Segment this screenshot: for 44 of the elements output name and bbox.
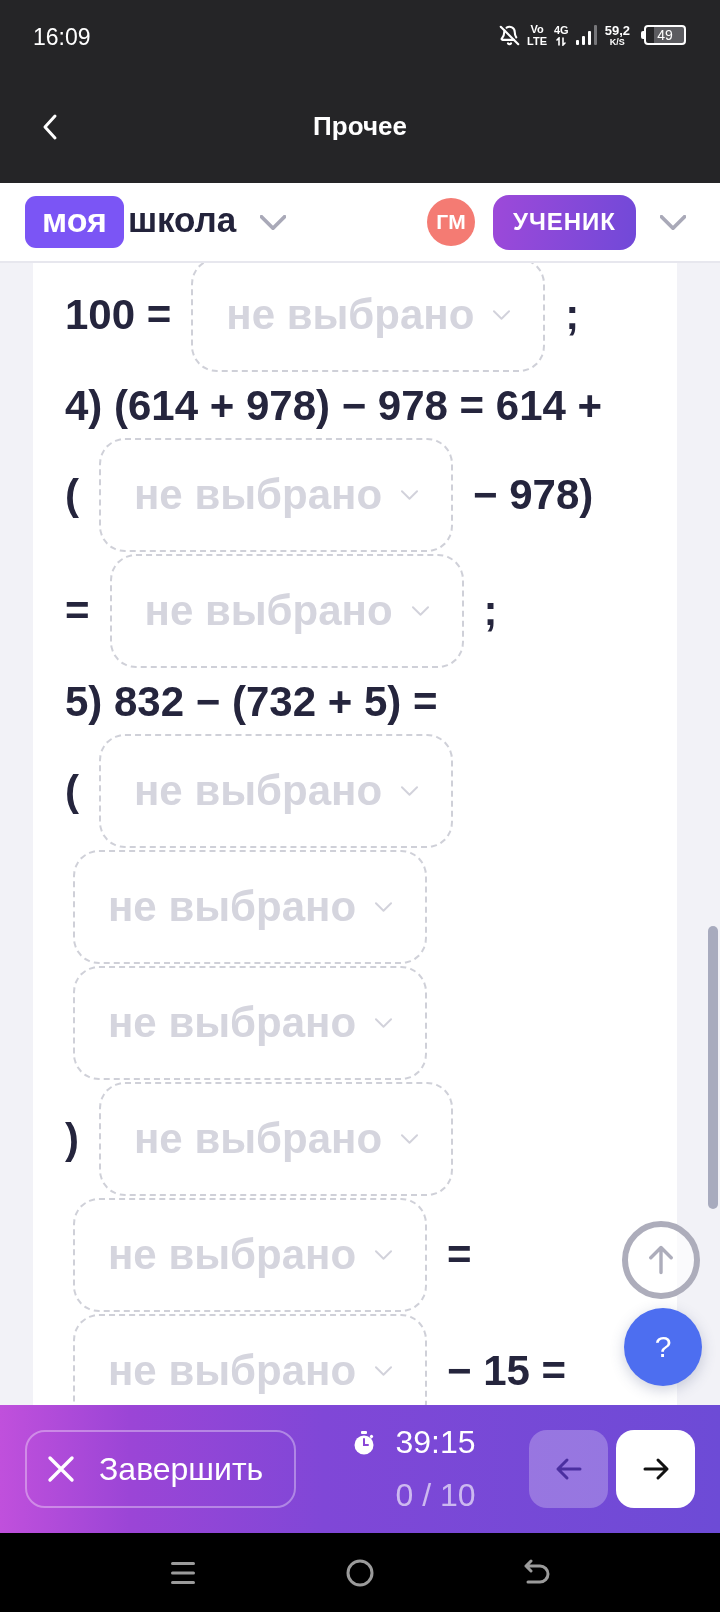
math-text: =	[447, 1231, 472, 1279]
speed-unit: K/S	[609, 37, 625, 47]
chevron-down-icon	[375, 1018, 393, 1028]
stopwatch-icon	[353, 1430, 376, 1455]
logo-text: школа	[127, 200, 237, 241]
math-text: (	[65, 471, 79, 519]
chevron-down-icon	[375, 902, 393, 912]
math-text: (	[65, 767, 79, 815]
clock-time: 16:09	[33, 23, 91, 51]
next-button[interactable]	[616, 1430, 695, 1508]
network-label: LTE	[527, 35, 547, 47]
math-text: 4) (614 + 978) − 978 = 614 +	[65, 382, 603, 430]
math-text: ;	[565, 291, 580, 339]
user-avatar[interactable]: ГМ	[426, 198, 475, 246]
finish-button[interactable]: Завершить	[25, 1430, 296, 1508]
math-text: 5) 832 − (732 + 5) =	[65, 678, 438, 726]
chevron-down-icon	[375, 1366, 393, 1376]
speed-value: 59,2	[604, 23, 630, 37]
math-text: =	[65, 587, 90, 635]
close-icon	[47, 1455, 75, 1483]
math-text: − 978)	[473, 471, 594, 519]
timer-text: 39:15	[395, 1424, 476, 1461]
chevron-down-icon	[401, 490, 419, 500]
bell-off-icon	[499, 24, 521, 46]
signal-icon	[575, 25, 598, 45]
math-text: )	[65, 1115, 79, 1163]
network-label: 4G	[554, 24, 569, 36]
chevron-down-icon	[375, 1250, 393, 1260]
circle-icon[interactable]	[346, 1558, 374, 1587]
chevron-down-icon	[493, 310, 511, 320]
math-text: ;	[483, 587, 498, 635]
math-text: 100 =	[65, 291, 172, 339]
logo-badge: моя	[25, 196, 124, 248]
screen-title: Прочее	[313, 111, 407, 142]
chevron-down-icon	[401, 1134, 419, 1144]
network-label: Vo	[530, 23, 544, 35]
return-arrow-icon[interactable]	[523, 1558, 551, 1587]
data-arrows-icon	[556, 36, 567, 46]
chevron-down-icon	[401, 786, 419, 796]
math-text: − 15 =	[447, 1347, 567, 1395]
chevron-down-icon	[411, 606, 429, 616]
progress-text: 0 / 10	[395, 1477, 476, 1514]
role-badge[interactable]: УЧЕНИК	[492, 194, 636, 250]
battery-percentage: 49	[657, 28, 673, 42]
